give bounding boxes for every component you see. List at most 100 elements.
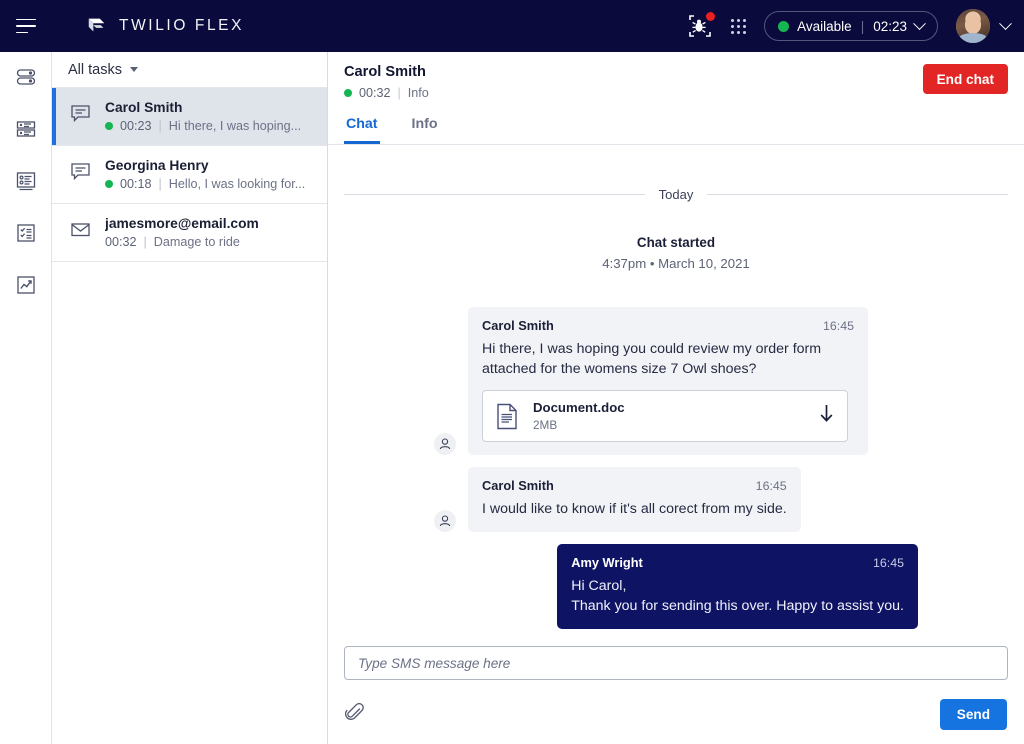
conversation-header-info: Carol Smith 00:32 | Info: [338, 64, 429, 100]
status-timer: 02:23: [873, 19, 907, 34]
sidebar-item-queues[interactable]: [13, 116, 39, 142]
person-outline-icon: [434, 433, 456, 455]
avatar[interactable]: [956, 9, 990, 43]
task-item-preview: Damage to ride: [154, 235, 240, 249]
task-filter-label: All tasks: [68, 62, 122, 78]
analytics-chart-icon: [15, 274, 37, 296]
task-item-carol-smith[interactable]: Carol Smith 00:23 | Hi there, I was hopi…: [52, 88, 327, 146]
message-time: 16:45: [873, 556, 904, 570]
conversation-timer: 00:32: [359, 86, 391, 100]
task-item-jamesmore-email[interactable]: jamesmore@email.com 00:32 | Damage to ri…: [52, 204, 327, 262]
message-bubble-outgoing: Amy Wright 16:45 Hi Carol, Thank you for…: [557, 544, 918, 629]
task-item-separator: |: [159, 119, 162, 133]
task-item-preview: Hello, I was looking for...: [169, 177, 306, 191]
message-text: I would like to know if it's all corect …: [482, 499, 787, 519]
tasks-checklist-icon: [15, 222, 37, 244]
status-label: Available: [797, 19, 852, 34]
task-item-separator: |: [144, 235, 147, 249]
top-bar: TWILIO FLEX: [0, 0, 1024, 52]
task-item-name: Carol Smith: [105, 100, 313, 115]
task-item-meta: 00:23 | Hi there, I was hoping...: [105, 119, 313, 133]
divider-line-left: [344, 194, 645, 195]
message-row: Carol Smith 16:45 Hi there, I was hoping…: [344, 307, 1008, 455]
download-arrow-icon[interactable]: [818, 404, 835, 428]
chevron-down-icon: [913, 17, 926, 30]
message-bubble-incoming: Carol Smith 16:45 I would like to know i…: [468, 467, 801, 532]
brand-title: TWILIO FLEX: [119, 17, 244, 35]
task-item-meta: 00:18 | Hello, I was looking for...: [105, 177, 313, 191]
message-header: Carol Smith 16:45: [482, 318, 854, 333]
task-item-georgina-henry[interactable]: Georgina Henry 00:18 | Hello, I was look…: [52, 146, 327, 204]
chat-started-timestamp: 4:37pm • March 10, 2021: [344, 256, 1008, 271]
queues-list-icon: [15, 118, 37, 140]
user-menu[interactable]: [956, 9, 1010, 43]
brand: TWILIO FLEX: [86, 15, 244, 37]
message-row: Carol Smith 16:45 I would like to know i…: [344, 467, 1008, 532]
attachment-filename: Document.doc: [533, 400, 625, 415]
task-item-timer: 00:32: [105, 235, 137, 249]
tab-info[interactable]: Info: [410, 112, 440, 144]
status-dot: [778, 21, 789, 32]
paperclip-icon[interactable]: [345, 703, 364, 727]
hamburger-menu-icon[interactable]: [16, 13, 42, 39]
document-file-icon: [495, 403, 519, 430]
tab-chat[interactable]: Chat: [344, 112, 380, 144]
task-item-timer: 00:18: [120, 177, 152, 191]
message-text: Hi Carol, Thank you for sending this ove…: [571, 576, 904, 616]
sidebar-item-agents[interactable]: [13, 64, 39, 90]
bug-debugger-icon[interactable]: [687, 13, 713, 39]
message-input[interactable]: [344, 646, 1008, 680]
task-item-name: jamesmore@email.com: [105, 216, 313, 231]
attachment-info: Document.doc 2MB: [533, 400, 625, 432]
task-item-meta: 00:32 | Damage to ride: [105, 235, 313, 249]
directory-card-icon: [15, 170, 37, 192]
attachment-card[interactable]: Document.doc 2MB: [482, 390, 848, 442]
conversation-panel: Carol Smith 00:32 | Info End chat Chat I…: [328, 52, 1024, 744]
task-item-separator: |: [159, 177, 162, 191]
conversation-header: Carol Smith 00:32 | Info End chat: [328, 52, 1024, 100]
attachment-size: 2MB: [533, 418, 625, 432]
conversation-separator: |: [398, 86, 401, 100]
task-item-body: Georgina Henry 00:18 | Hello, I was look…: [105, 158, 313, 191]
chat-bubble-icon: [70, 100, 92, 133]
chat-started-title: Chat started: [344, 235, 1008, 250]
status-separator: |: [861, 19, 865, 34]
conversation-info-link[interactable]: Info: [408, 86, 429, 100]
twilio-flex-logo-icon: [86, 15, 108, 37]
task-list-panel: All tasks Carol Smith 00:23 | H: [52, 52, 328, 744]
task-item-body: jamesmore@email.com 00:32 | Damage to ri…: [105, 216, 313, 249]
chat-started-block: Chat started 4:37pm • March 10, 2021: [344, 235, 1008, 271]
page-title: Carol Smith: [344, 64, 429, 80]
sidebar-item-analytics[interactable]: [13, 272, 39, 298]
live-dot: [105, 122, 113, 130]
message-time: 16:45: [756, 479, 787, 493]
composer-actions: Send: [344, 699, 1008, 730]
message-author: Carol Smith: [482, 318, 554, 333]
end-chat-button[interactable]: End chat: [923, 64, 1008, 94]
apps-grid-icon[interactable]: [731, 19, 746, 34]
day-divider-label: Today: [659, 187, 694, 202]
task-item-body: Carol Smith 00:23 | Hi there, I was hopi…: [105, 100, 313, 133]
nav-rail: [0, 52, 52, 744]
sidebar-item-directory[interactable]: [13, 168, 39, 194]
task-item-timer: 00:23: [120, 119, 152, 133]
message-stream: Today Chat started 4:37pm • March 10, 20…: [328, 145, 1024, 646]
message-composer: Send: [328, 646, 1024, 744]
task-item-name: Georgina Henry: [105, 158, 313, 173]
caret-down-icon[interactable]: [130, 67, 138, 72]
task-filter[interactable]: All tasks: [52, 52, 327, 88]
envelope-icon: [70, 216, 92, 249]
chevron-down-icon[interactable]: [999, 17, 1012, 30]
send-button[interactable]: Send: [940, 699, 1007, 730]
top-bar-actions: Available | 02:23: [687, 9, 1010, 43]
main-body: All tasks Carol Smith 00:23 | H: [0, 52, 1024, 744]
sidebar-item-tasks[interactable]: [13, 220, 39, 246]
message-row: Amy Wright 16:45 Hi Carol, Thank you for…: [344, 544, 1008, 629]
live-dot: [105, 180, 113, 188]
divider-line-right: [707, 194, 1008, 195]
conversation-subheader: 00:32 | Info: [344, 86, 429, 100]
message-header: Amy Wright 16:45: [571, 555, 904, 570]
agent-status-pill[interactable]: Available | 02:23: [764, 11, 938, 41]
person-outline-icon: [434, 510, 456, 532]
agents-toggle-icon: [15, 66, 37, 88]
